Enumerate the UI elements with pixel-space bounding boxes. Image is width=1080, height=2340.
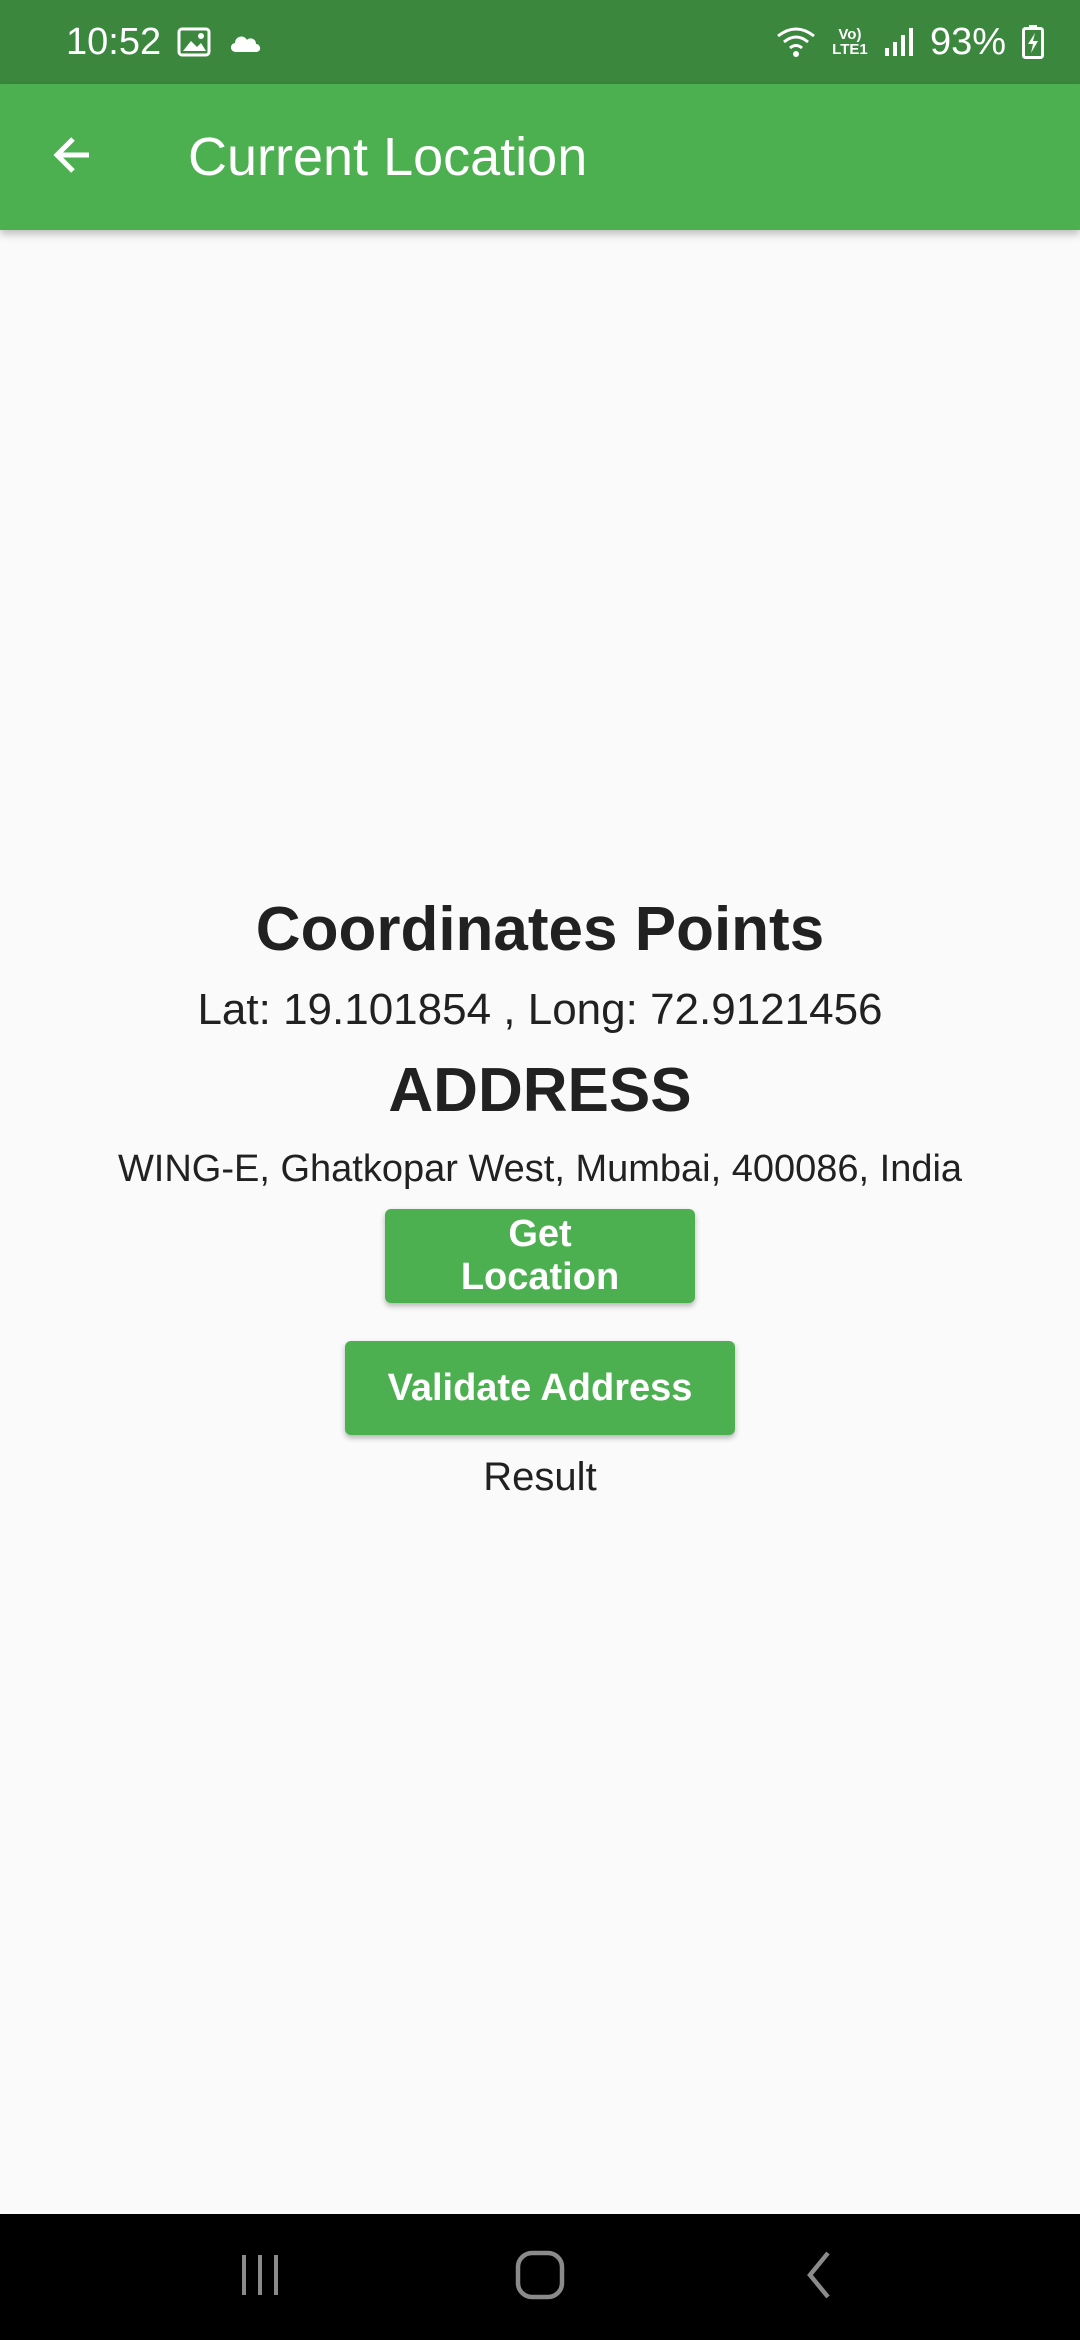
arrow-back-icon <box>49 131 97 184</box>
cloud-icon <box>227 30 263 54</box>
navigation-bar <box>0 2214 1080 2340</box>
back-button[interactable] <box>0 84 146 230</box>
status-time: 10:52 <box>66 20 162 63</box>
get-location-button[interactable]: Get Location <box>385 1209 695 1303</box>
page-title: Current Location <box>188 127 588 187</box>
coordinates-heading: Coordinates Points <box>255 895 825 964</box>
validate-address-button[interactable]: Validate Address <box>345 1341 735 1435</box>
volte-icon: Vo) LTE1 <box>832 26 868 58</box>
battery-charging-icon <box>1022 25 1044 59</box>
app-bar: Current Location <box>0 84 1080 230</box>
status-bar: 10:52 Vo) LTE1 93% <box>0 0 1080 84</box>
home-button[interactable] <box>480 2227 600 2327</box>
result-text: Result <box>483 1455 597 1499</box>
gallery-icon <box>177 27 211 57</box>
wifi-icon <box>776 26 816 58</box>
address-text: WING-E, Ghatkopar West, Mumbai, 400086, … <box>117 1148 963 1190</box>
address-heading: ADDRESS <box>388 1056 692 1125</box>
status-left: 10:52 <box>66 21 263 64</box>
signal-icon <box>884 26 914 58</box>
battery-percent: 93% <box>929 20 1006 63</box>
coordinates-text: Lat: 19.101854 , Long: 72.9121456 <box>197 985 883 1034</box>
main-content: Coordinates Points Lat: 19.101854 , Long… <box>0 880 1080 1500</box>
home-icon <box>514 2249 566 2306</box>
nav-back-button[interactable] <box>760 2227 880 2327</box>
back-icon <box>800 2249 840 2306</box>
status-right: Vo) LTE1 93% <box>776 21 1044 64</box>
recents-button[interactable] <box>200 2227 320 2327</box>
screen: 10:52 Vo) LTE1 93% Current Location Coor… <box>0 0 1080 2340</box>
recents-icon <box>236 2253 284 2302</box>
